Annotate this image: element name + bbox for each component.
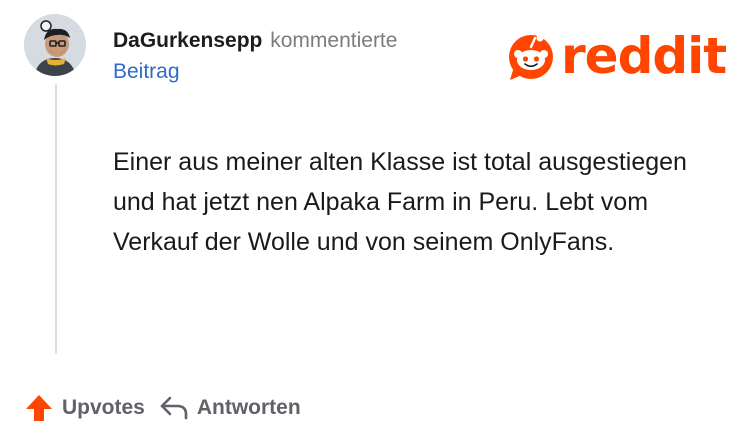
- reply-arrow-icon: [160, 396, 188, 420]
- reddit-logo: reddit: [505, 27, 727, 85]
- reddit-wordmark: reddit: [561, 27, 727, 85]
- upvote-arrow-icon: [26, 395, 52, 421]
- upvote-button[interactable]: Upvotes: [24, 393, 145, 423]
- avatar[interactable]: [24, 14, 86, 76]
- post-link[interactable]: Beitrag: [113, 59, 180, 85]
- comment-meta: DaGurkensepp kommentierte: [113, 28, 397, 54]
- reply-button[interactable]: Antworten: [159, 395, 301, 421]
- reddit-snoo-icon: [509, 34, 553, 80]
- username[interactable]: DaGurkensepp: [113, 29, 262, 52]
- comment-actions: Upvotes Antworten: [24, 390, 301, 426]
- comment-action-text: kommentierte: [270, 29, 398, 52]
- reply-label: Antworten: [196, 396, 301, 419]
- avatar-image: [24, 14, 86, 76]
- comment-text: Einer aus meiner alten Klasse ist total …: [113, 148, 687, 256]
- upvote-label: Upvotes: [62, 396, 145, 419]
- thread-line: [55, 84, 57, 354]
